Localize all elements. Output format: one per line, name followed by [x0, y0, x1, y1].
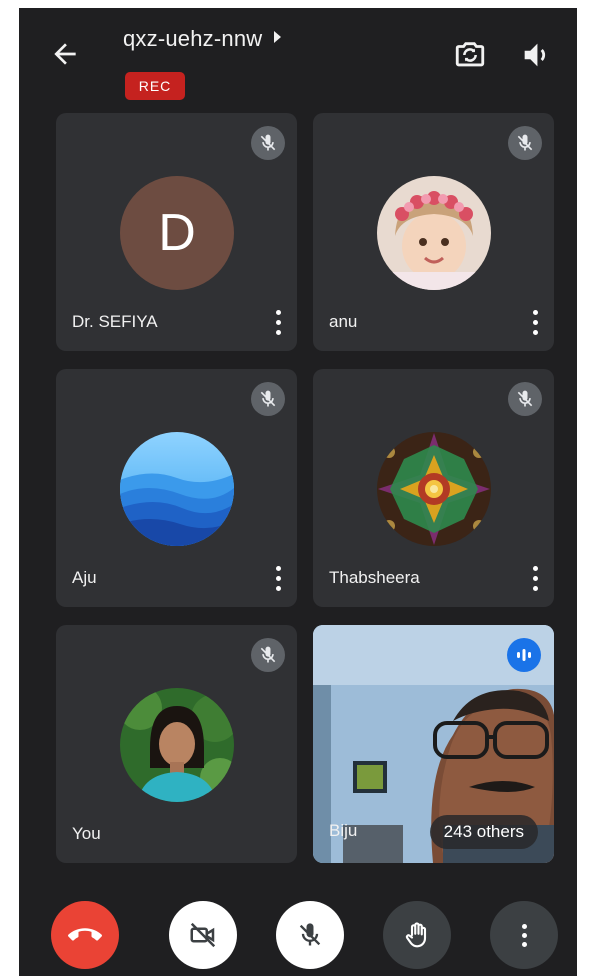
avatar-photo-child — [377, 176, 491, 290]
meeting-code: qxz-uehz-nnw — [123, 26, 263, 51]
more-vert-icon[interactable] — [271, 307, 285, 337]
more-vert-icon[interactable] — [271, 563, 285, 593]
more-vert-icon[interactable] — [528, 563, 542, 593]
speaking-indicator-icon — [507, 638, 541, 672]
others-count-chip[interactable]: 243 others — [429, 815, 538, 849]
more-vert-icon — [521, 923, 527, 947]
camera-toggle-button[interactable] — [169, 901, 237, 969]
avatar-photo-woman — [120, 688, 234, 802]
active-speaker-tile[interactable]: Biju 243 others — [313, 625, 554, 863]
meet-screen: qxz-uehz-nnw REC D Dr. SEFIYA anu Aju Th… — [19, 8, 577, 976]
end-call-button[interactable] — [51, 901, 119, 969]
more-vert-icon[interactable] — [528, 307, 542, 337]
arrow-back-icon[interactable] — [49, 38, 81, 70]
participant-tile[interactable]: Aju — [56, 369, 297, 607]
phone-hangup-icon — [68, 928, 102, 941]
mic-off-icon — [251, 638, 285, 672]
top-bar: qxz-uehz-nnw REC — [19, 8, 577, 108]
avatar-initial: D — [158, 204, 196, 262]
participant-name: Dr. SEFIYA — [72, 312, 158, 331]
avatar-mountains-image — [120, 432, 234, 546]
mic-off-icon — [251, 126, 285, 160]
mic-off-icon — [299, 923, 321, 946]
participant-name: You — [72, 824, 101, 843]
self-tile[interactable]: You — [56, 625, 297, 863]
participant-name: anu — [329, 312, 358, 331]
avatar: D — [120, 176, 234, 290]
mic-off-icon — [251, 382, 285, 416]
more-options-button[interactable] — [490, 901, 558, 969]
participant-name: Aju — [72, 568, 97, 587]
participant-tile[interactable]: D Dr. SEFIYA — [56, 113, 297, 351]
switch-camera-icon[interactable] — [453, 38, 487, 72]
mic-off-icon — [508, 382, 542, 416]
hand-icon — [405, 922, 427, 948]
mic-off-icon — [508, 126, 542, 160]
videocam-off-icon — [190, 922, 216, 948]
participant-name: Thabsheera — [329, 568, 420, 587]
participant-tile[interactable]: anu — [313, 113, 554, 351]
recording-badge: REC — [125, 72, 185, 100]
participant-name: Biju — [329, 821, 358, 840]
mic-toggle-button[interactable] — [276, 901, 344, 969]
participant-tile[interactable]: Thabsheera — [313, 369, 554, 607]
raise-hand-button[interactable] — [383, 901, 451, 969]
avatar-mandala-image — [377, 432, 491, 546]
caret-right-icon — [274, 31, 282, 43]
speaker-icon[interactable] — [519, 38, 553, 72]
meeting-code-button[interactable]: qxz-uehz-nnw — [123, 26, 282, 52]
